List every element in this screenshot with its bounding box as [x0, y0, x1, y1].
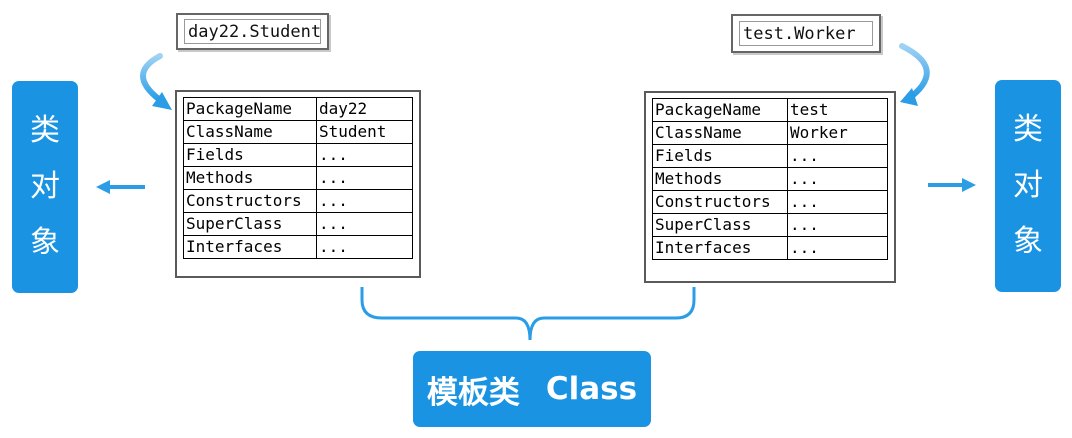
table-row: Constructors ... — [652, 190, 888, 214]
field-value-cell: ... — [316, 212, 413, 236]
right-side-label: 类 对 象 — [995, 80, 1061, 292]
template-class-label-cn: 模板类 — [426, 374, 520, 411]
template-class-label-en: Class — [545, 371, 638, 407]
table-row: PackageName day22 — [183, 97, 413, 121]
table-row: SuperClass ... — [652, 213, 888, 237]
table-row: ClassName Worker — [652, 121, 888, 145]
field-value-cell: ... — [787, 236, 888, 260]
left-type-tag-text: day22.Student — [184, 19, 321, 44]
right-class-info-table: PackageName test ClassName Worker Fields… — [652, 98, 888, 260]
field-name-cell: Methods — [183, 166, 317, 190]
field-value-cell: ... — [316, 166, 413, 190]
field-name-cell: SuperClass — [183, 212, 317, 236]
right-side-label-char: 类 — [1013, 112, 1043, 147]
right-side-label-char: 对 — [1013, 168, 1043, 203]
table-row: Fields ... — [652, 144, 888, 168]
table-row: Methods ... — [183, 166, 413, 190]
table-row: Fields ... — [183, 143, 413, 167]
field-value-cell: Student — [316, 120, 413, 144]
right-type-tag-text: test.Worker — [739, 21, 873, 46]
field-value-cell: Worker — [787, 121, 888, 145]
field-name-cell: Fields — [183, 143, 317, 167]
field-value-cell: ... — [787, 144, 888, 168]
field-name-cell: ClassName — [652, 121, 788, 145]
field-name-cell: Constructors — [183, 189, 317, 213]
brace-connector — [360, 287, 696, 341]
table-row: Interfaces ... — [183, 235, 413, 259]
left-side-label-char: 象 — [30, 225, 60, 260]
left-class-info-table: PackageName day22 ClassName Student Fiel… — [183, 97, 413, 259]
right-class-table: PackageName test ClassName Worker Fields… — [644, 91, 896, 283]
table-row: PackageName test — [652, 98, 888, 122]
field-name-cell: SuperClass — [652, 213, 788, 237]
left-side-label: 类 对 象 — [12, 81, 78, 293]
field-value-cell: ... — [787, 167, 888, 191]
right-curved-arrow-icon — [899, 43, 930, 99]
field-name-cell: Fields — [652, 144, 788, 168]
field-name-cell: Interfaces — [183, 235, 317, 259]
field-value-cell: day22 — [316, 97, 413, 121]
left-curved-arrow-icon — [140, 53, 163, 103]
left-side-label-char: 类 — [30, 113, 60, 148]
field-value-cell: test — [787, 98, 888, 122]
left-type-tag: day22.Student — [176, 13, 329, 50]
field-value-cell: ... — [787, 190, 888, 214]
field-name-cell: Methods — [652, 167, 788, 191]
table-row: Interfaces ... — [652, 236, 888, 260]
field-name-cell: PackageName — [183, 97, 317, 121]
right-type-tag: test.Worker — [731, 14, 881, 53]
table-row: SuperClass ... — [183, 212, 413, 236]
table-row: ClassName Student — [183, 120, 413, 144]
field-value-cell: ... — [787, 213, 888, 237]
field-name-cell: ClassName — [183, 120, 317, 144]
right-side-label-char: 象 — [1013, 224, 1043, 259]
table-row: Methods ... — [652, 167, 888, 191]
left-class-table: PackageName day22 ClassName Student Fiel… — [175, 90, 421, 278]
field-name-cell: Constructors — [652, 190, 788, 214]
field-name-cell: PackageName — [652, 98, 788, 122]
table-row: Constructors ... — [183, 189, 413, 213]
left-side-label-char: 对 — [30, 169, 60, 204]
field-value-cell: ... — [316, 235, 413, 259]
template-class-label: 模板类 Class — [413, 351, 651, 427]
field-value-cell: ... — [316, 189, 413, 213]
field-value-cell: ... — [316, 143, 413, 167]
field-name-cell: Interfaces — [652, 236, 788, 260]
